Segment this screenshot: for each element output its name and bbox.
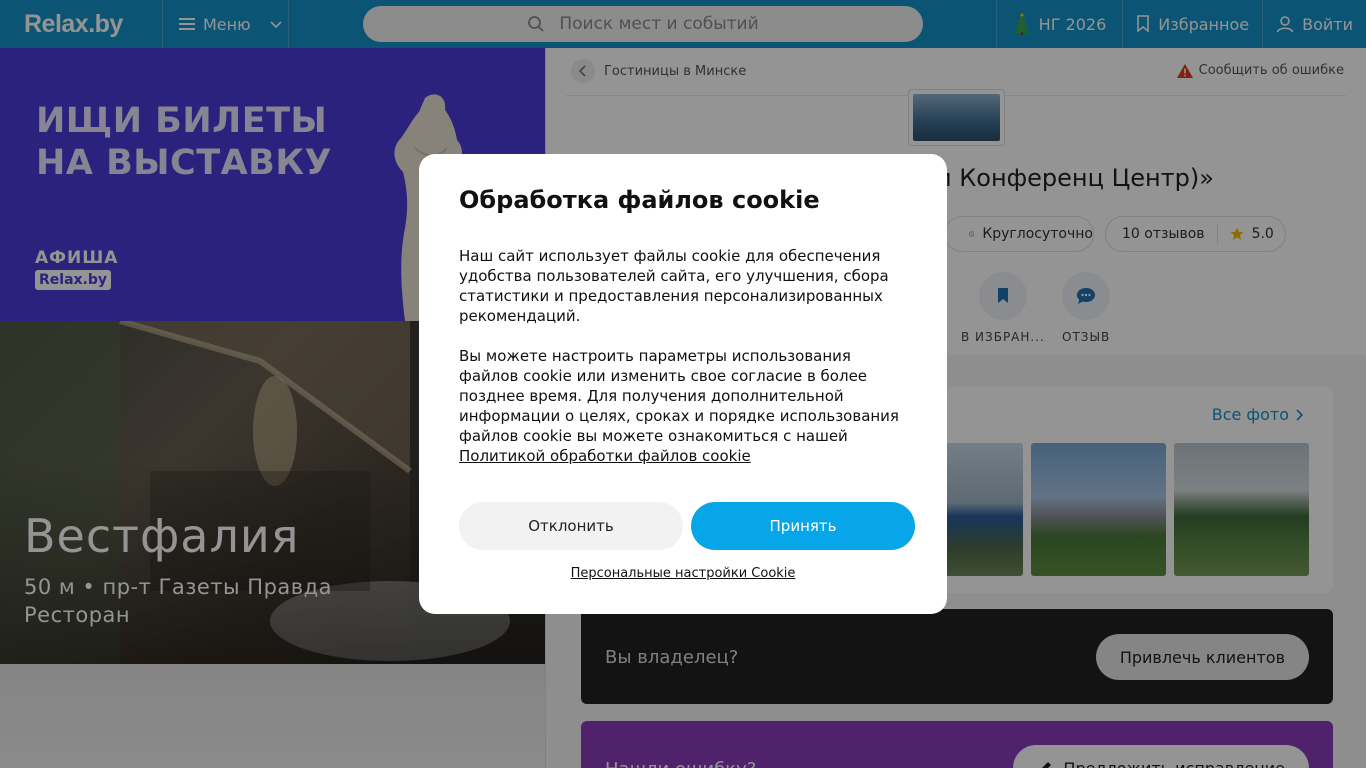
cookie-dialog: Обработка файлов cookie Наш сайт использ… (419, 154, 947, 614)
cookie-policy-link[interactable]: Политикой обработки файлов cookie (459, 447, 751, 465)
cookie-title: Обработка файлов cookie (459, 186, 820, 214)
decline-button[interactable]: Отклонить (459, 502, 683, 550)
personal-settings-link[interactable]: Персональные настройки Cookie (419, 566, 947, 581)
cookie-text-1: Наш сайт использует файлы cookie для обе… (459, 247, 889, 325)
cookie-buttons: Отклонить Принять (459, 502, 915, 550)
accept-button[interactable]: Принять (691, 502, 915, 550)
cookie-text-2: Вы можете настроить параметры использова… (459, 346, 907, 466)
cookie-text-2-body: Вы можете настроить параметры использова… (459, 347, 899, 445)
